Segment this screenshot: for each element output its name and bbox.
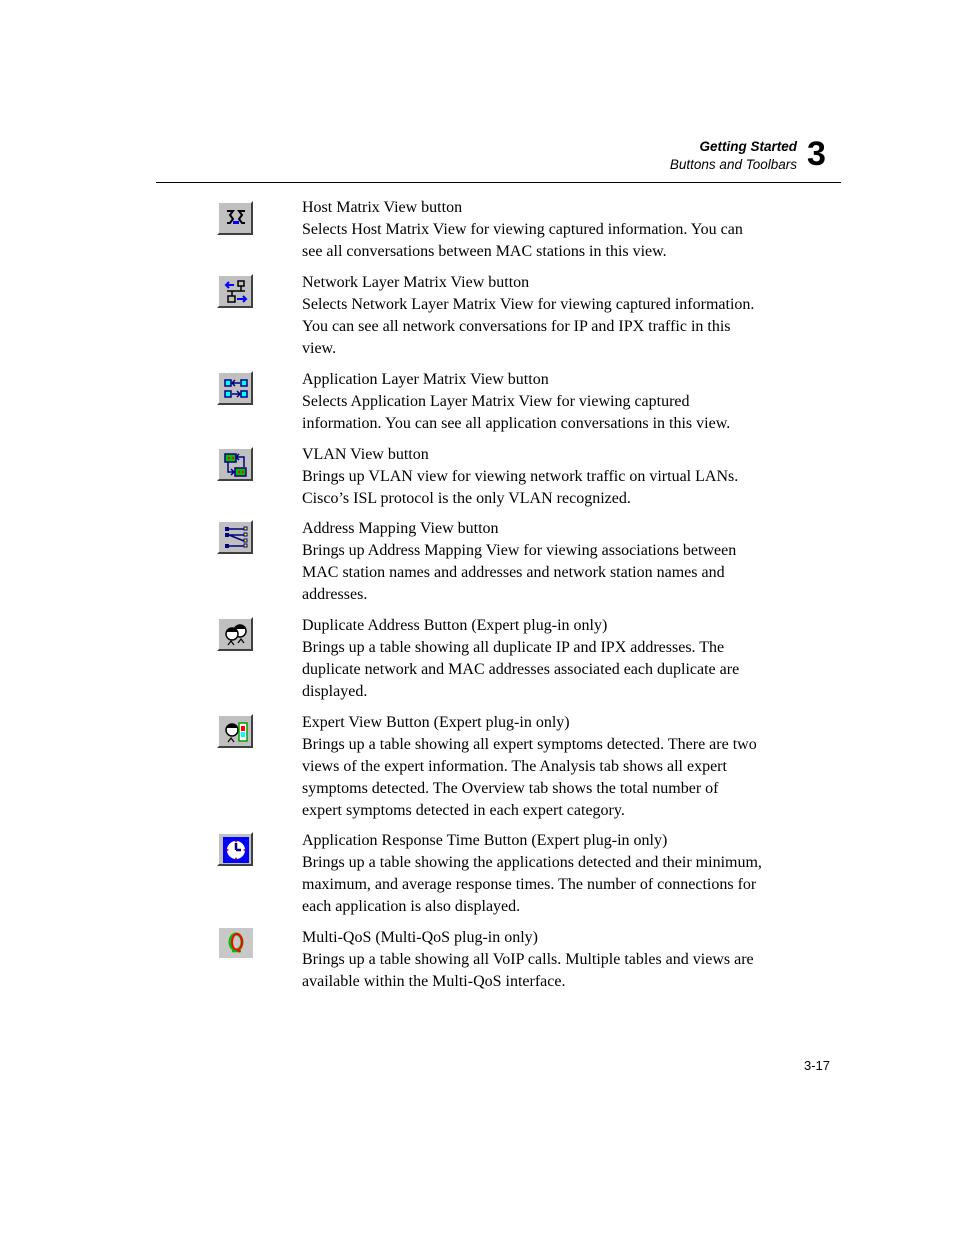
- entry-line: Selects Application Layer Matrix View fo…: [302, 393, 690, 410]
- entry-line: maximum, and average response times. The…: [302, 876, 757, 893]
- expert-view-button[interactable]: [217, 714, 253, 748]
- address-mapping-icon: [225, 526, 248, 548]
- entry-line: displayed.: [302, 683, 368, 700]
- duplicate-address-icon: [225, 624, 247, 646]
- entry-line: Selects Host Matrix View for viewing cap…: [302, 221, 743, 238]
- application-response-time-button[interactable]: [217, 832, 253, 866]
- entry-title: VLAN View button: [302, 446, 429, 463]
- entry-line: each application is also displayed.: [302, 898, 521, 915]
- entry-title: Address Mapping View button: [302, 520, 499, 537]
- entry-title: Host Matrix View button: [302, 199, 463, 216]
- entry-line: addresses.: [302, 586, 368, 603]
- clock-icon: [223, 837, 249, 863]
- vlan-view-button[interactable]: [217, 447, 253, 481]
- page-number: 3-17: [804, 1058, 831, 1073]
- application-layer-matrix-icon: [224, 379, 248, 398]
- vlan-icon: [224, 453, 247, 477]
- expert-view-icon: [225, 722, 248, 743]
- address-mapping-view-button[interactable]: [217, 520, 253, 554]
- header-rule: [156, 182, 841, 183]
- network-layer-matrix-icon: [224, 280, 248, 303]
- entry-line: see all conversations between MAC statio…: [302, 243, 667, 260]
- section-title: Buttons and Toolbars: [669, 157, 797, 172]
- entry-line: Selects Network Layer Matrix View for vi…: [302, 296, 755, 313]
- entry-title: Multi-QoS (Multi-QoS plug-in only): [302, 929, 539, 946]
- entry-line: available within the Multi-QoS interface…: [302, 973, 566, 990]
- entry-title: Network Layer Matrix View button: [302, 274, 530, 291]
- entry-line: MAC station names and addresses and netw…: [302, 564, 725, 581]
- multi-qos-icon: [228, 932, 244, 953]
- entry-line: duplicate network and MAC addresses asso…: [302, 661, 740, 678]
- entry-line: Cisco’s ISL protocol is the only VLAN re…: [302, 490, 631, 507]
- host-matrix-view-button[interactable]: [217, 201, 253, 235]
- entry-line: expert symptoms detected in each expert …: [302, 802, 625, 819]
- entry-line: Brings up Address Mapping View for viewi…: [302, 542, 737, 559]
- entry-title: Expert View Button (Expert plug-in only): [302, 714, 570, 731]
- entry-line: symptoms detected. The Overview tab show…: [302, 780, 719, 797]
- running-header: Getting Started Buttons and Toolbars: [670, 138, 797, 174]
- entry-title: Application Layer Matrix View button: [302, 371, 549, 388]
- chapter-title: Getting Started: [699, 139, 797, 154]
- host-matrix-icon: [227, 210, 245, 224]
- entry-line: You can see all network conversations fo…: [302, 318, 731, 335]
- application-layer-matrix-view-button[interactable]: [217, 371, 253, 405]
- entry-line: Brings up a table showing the applicatio…: [302, 854, 762, 871]
- duplicate-address-button[interactable]: [217, 617, 253, 651]
- entry-line: views of the expert information. The Ana…: [302, 758, 727, 775]
- network-layer-matrix-view-button[interactable]: [217, 274, 253, 308]
- chapter-number: 3: [807, 135, 826, 173]
- entry-line: information. You can see all application…: [302, 415, 731, 432]
- entry-line: Brings up a table showing all VoIP calls…: [302, 951, 754, 968]
- entry-line: view.: [302, 340, 337, 357]
- entry-line: Brings up VLAN view for viewing network …: [302, 468, 739, 485]
- multi-qos-button[interactable]: [219, 928, 253, 958]
- entry-title: Application Response Time Button (Expert…: [302, 832, 668, 849]
- entry-line: Brings up a table showing all expert sym…: [302, 736, 757, 753]
- entry-title: Duplicate Address Button (Expert plug-in…: [302, 617, 608, 634]
- entry-line: Brings up a table showing all duplicate …: [302, 639, 725, 656]
